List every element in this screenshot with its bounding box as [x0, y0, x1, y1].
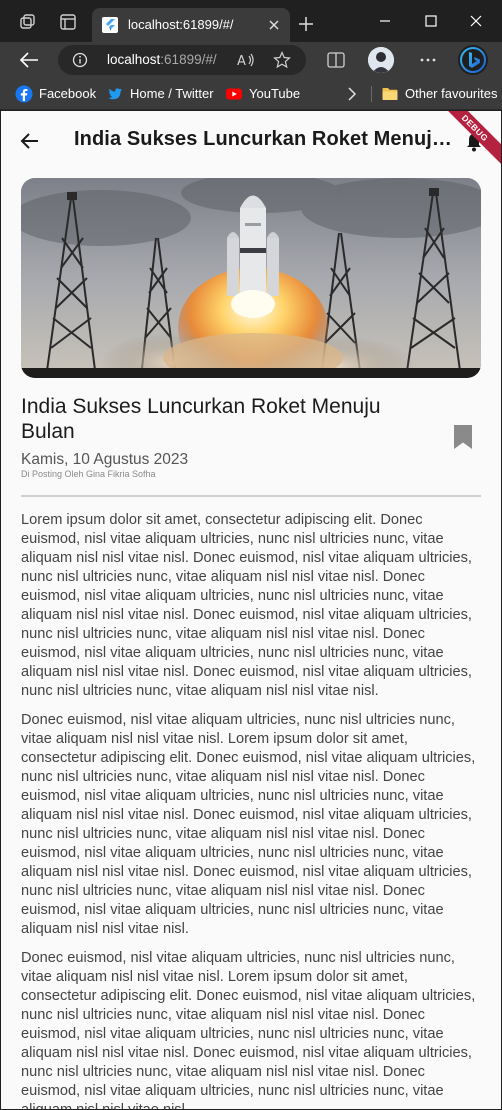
- youtube-icon: [226, 88, 242, 100]
- bing-logo: [460, 47, 486, 73]
- bookmarks-separator: [371, 86, 372, 102]
- minimize-icon[interactable]: [375, 11, 395, 31]
- content-divider: [21, 495, 481, 497]
- article-paragraph: Donec euismod, nisl vitae aliquam ultric…: [21, 712, 476, 937]
- bookmark-label: YouTube: [249, 86, 301, 101]
- bookmark-label: Other favourites: [405, 86, 498, 101]
- site-info-icon[interactable]: [72, 52, 88, 68]
- profile-picture: [368, 47, 394, 73]
- close-window-icon[interactable]: [466, 11, 486, 31]
- page-title: India Sukses Luncurkan Roket Menuju Bula…: [74, 128, 452, 150]
- twitter-icon: [108, 88, 122, 100]
- folder-icon: [382, 88, 398, 100]
- chevron-right-icon[interactable]: [346, 87, 358, 101]
- new-tab-icon[interactable]: [297, 15, 315, 33]
- article-paragraph: Donec euismod, nisl vitae aliquam ultric…: [21, 950, 476, 1109]
- app-bar: India Sukses Luncurkan Roket Menuju Bula…: [1, 111, 501, 173]
- browser-toolbar: localhost:61899/#/ A: [0, 42, 502, 78]
- profile-avatar[interactable]: [368, 47, 394, 73]
- article-title: India Sukses Luncurkan Roket Menuju Bula…: [21, 395, 381, 443]
- flutter-favicon: [102, 17, 118, 33]
- article-date: Kamis, 10 Agustus 2023: [21, 451, 189, 468]
- facebook-icon: [15, 85, 33, 103]
- app-viewport: India Sukses Luncurkan Roket Menuju Bula…: [1, 111, 501, 1109]
- bookmark-label: Facebook: [39, 86, 97, 101]
- more-icon[interactable]: [418, 51, 438, 69]
- rocket-launch-illustration: [21, 178, 481, 378]
- article-paragraph: Lorem ipsum dolor sit amet, consectetur …: [21, 512, 472, 699]
- read-aloud-icon[interactable]: A: [236, 51, 256, 69]
- close-tab-icon[interactable]: [266, 17, 282, 33]
- tab-actions-icon[interactable]: [59, 13, 77, 31]
- url-path: :61899/#/: [160, 52, 217, 67]
- bookmark-icon[interactable]: [452, 423, 474, 451]
- split-screen-icon[interactable]: [326, 51, 346, 69]
- workspaces-icon[interactable]: [18, 13, 36, 31]
- browser-titlebar: localhost:61899/#/: [0, 0, 502, 42]
- bookmark-youtube[interactable]: YouTube: [225, 85, 305, 103]
- browser-tab[interactable]: localhost:61899/#/: [92, 8, 290, 42]
- bookmarks-bar: Facebook Home / Twitter YouTube Other fa…: [0, 78, 502, 110]
- back-arrow-icon[interactable]: [19, 130, 41, 152]
- svg-text:A: A: [237, 54, 246, 69]
- back-arrow-icon[interactable]: [18, 50, 40, 70]
- url-text[interactable]: localhost:61899/#/: [107, 52, 217, 67]
- bookmark-facebook[interactable]: Facebook: [15, 85, 97, 103]
- bookmark-twitter[interactable]: Home / Twitter: [106, 85, 216, 103]
- tab-title: localhost:61899/#/: [128, 17, 234, 32]
- address-bar[interactable]: localhost:61899/#/ A: [58, 45, 306, 75]
- favorite-star-icon[interactable]: [273, 51, 291, 69]
- bookmark-label: Home / Twitter: [130, 86, 214, 101]
- article-author: Di Posting Oleh Gina Fikria Sofha: [21, 469, 156, 479]
- article-hero-image: [21, 178, 481, 378]
- other-favourites-folder[interactable]: Other favourites: [381, 85, 498, 103]
- url-host: localhost: [107, 52, 161, 67]
- article-body: Lorem ipsum dolor sit amet, consectetur …: [21, 511, 481, 1109]
- bing-copilot-icon[interactable]: [458, 45, 488, 75]
- maximize-icon[interactable]: [421, 11, 441, 31]
